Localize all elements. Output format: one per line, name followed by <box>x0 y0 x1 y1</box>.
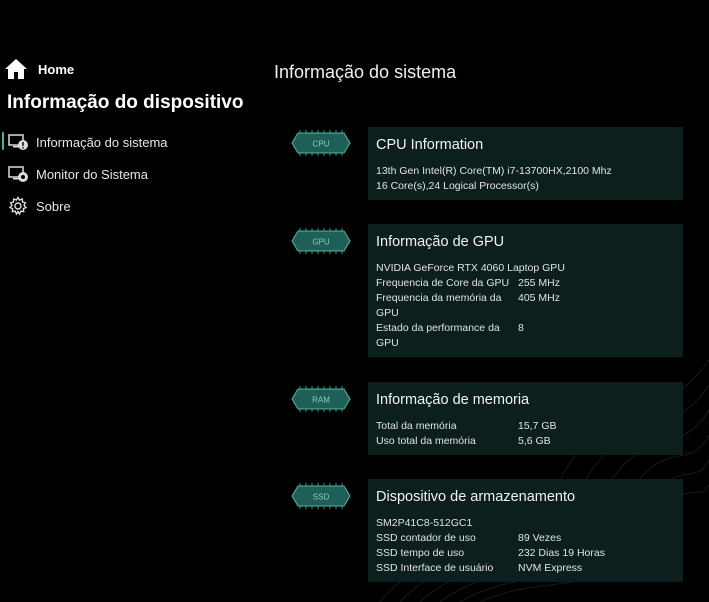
cpu-cores: 16 Core(s),24 Logical Processor(s) <box>376 180 539 192</box>
cpu-card-title: CPU Information <box>376 137 484 153</box>
sidebar-item-label: Informação do sistema <box>36 134 168 150</box>
row-label: Frequencia da memória da GPU <box>376 292 502 319</box>
row-value: 8 <box>518 322 524 334</box>
row-value: NVM Express <box>518 562 583 574</box>
row-label: SSD Interface de usuário <box>376 562 494 574</box>
memory-card: Informação de memoria Total da memória 1… <box>368 382 683 455</box>
memory-row: Total da memória 15,7 GB <box>376 419 675 434</box>
row-value: 89 Vezes <box>518 532 562 544</box>
home-label: Home <box>38 61 75 77</box>
sidebar-item-system-info[interactable]: Informação do sistema <box>0 126 250 158</box>
ram-chip-icon: RAM <box>291 386 351 412</box>
row-value: 255 MHz <box>518 277 561 289</box>
ssd-model: SM2P41C8-512GC1 <box>376 517 473 529</box>
row-label: SSD contador de uso <box>376 532 476 544</box>
memory-card-title: Informação de memoria <box>376 392 530 408</box>
row-label: Uso total da memória <box>376 435 476 447</box>
sidebar-nav: Informação do sistema Monitor do Sistema… <box>0 126 250 222</box>
row-label: SSD tempo de uso <box>376 547 465 559</box>
page-title: Informação do sistema <box>274 62 457 82</box>
chip-label: GPU <box>312 238 330 247</box>
gpu-name: NVIDIA GeForce RTX 4060 Laptop GPU <box>376 262 565 274</box>
row-label: Estado da performance da GPU <box>376 322 500 349</box>
row-value: 15,7 GB <box>518 420 557 432</box>
chip-label: RAM <box>312 396 330 405</box>
storage-row: SSD Interface de usuário NVM Express <box>376 561 675 576</box>
storage-card: Dispositivo de armazenamento SM2P41C8-51… <box>368 479 683 582</box>
row-value: 405 MHz <box>518 292 561 304</box>
chip-label: CPU <box>313 140 330 149</box>
row-label: Total da memória <box>376 420 457 432</box>
cpu-chip-icon: CPU <box>291 130 351 156</box>
section-title: Informação do dispositivo <box>7 92 244 113</box>
gpu-row: Estado da performance da GPU 8 <box>376 321 675 351</box>
cpu-model: 13th Gen Intel(R) Core(TM) i7-13700HX,21… <box>376 165 612 177</box>
storage-row: SSD tempo de uso 232 Dias 19 Horas <box>376 546 675 561</box>
row-label: Frequencia de Core da GPU <box>376 277 510 289</box>
storage-row: SSD contador de uso 89 Vezes <box>376 531 675 546</box>
system-info-icon <box>8 132 28 152</box>
chip-label: SSD <box>313 493 330 502</box>
row-value: 5,6 GB <box>518 435 551 447</box>
sidebar-item-about[interactable]: Sobre <box>0 190 250 222</box>
home-icon <box>5 59 27 79</box>
ssd-chip-icon: SSD <box>291 483 351 509</box>
gpu-row: Frequencia de Core da GPU 255 MHz <box>376 276 675 291</box>
row-value: 232 Dias 19 Horas <box>518 547 605 559</box>
system-monitor-icon <box>8 164 28 184</box>
memory-row: Uso total da memória 5,6 GB <box>376 434 675 449</box>
storage-card-title: Dispositivo de armazenamento <box>376 489 576 505</box>
gpu-card: Informação de GPU NVIDIA GeForce RTX 406… <box>368 224 683 357</box>
sidebar-item-system-monitor[interactable]: Monitor do Sistema <box>0 158 250 190</box>
gpu-card-title: Informação de GPU <box>376 234 505 250</box>
gpu-row: Frequencia da memória da GPU 405 MHz <box>376 291 675 321</box>
cpu-card: CPU Information 13th Gen Intel(R) Core(T… <box>368 127 683 200</box>
home-link[interactable]: Home <box>4 58 74 80</box>
gear-icon <box>8 196 28 216</box>
gpu-chip-icon: GPU <box>291 228 351 254</box>
sidebar-item-label: Monitor do Sistema <box>36 166 148 182</box>
sidebar-item-label: Sobre <box>36 198 71 214</box>
